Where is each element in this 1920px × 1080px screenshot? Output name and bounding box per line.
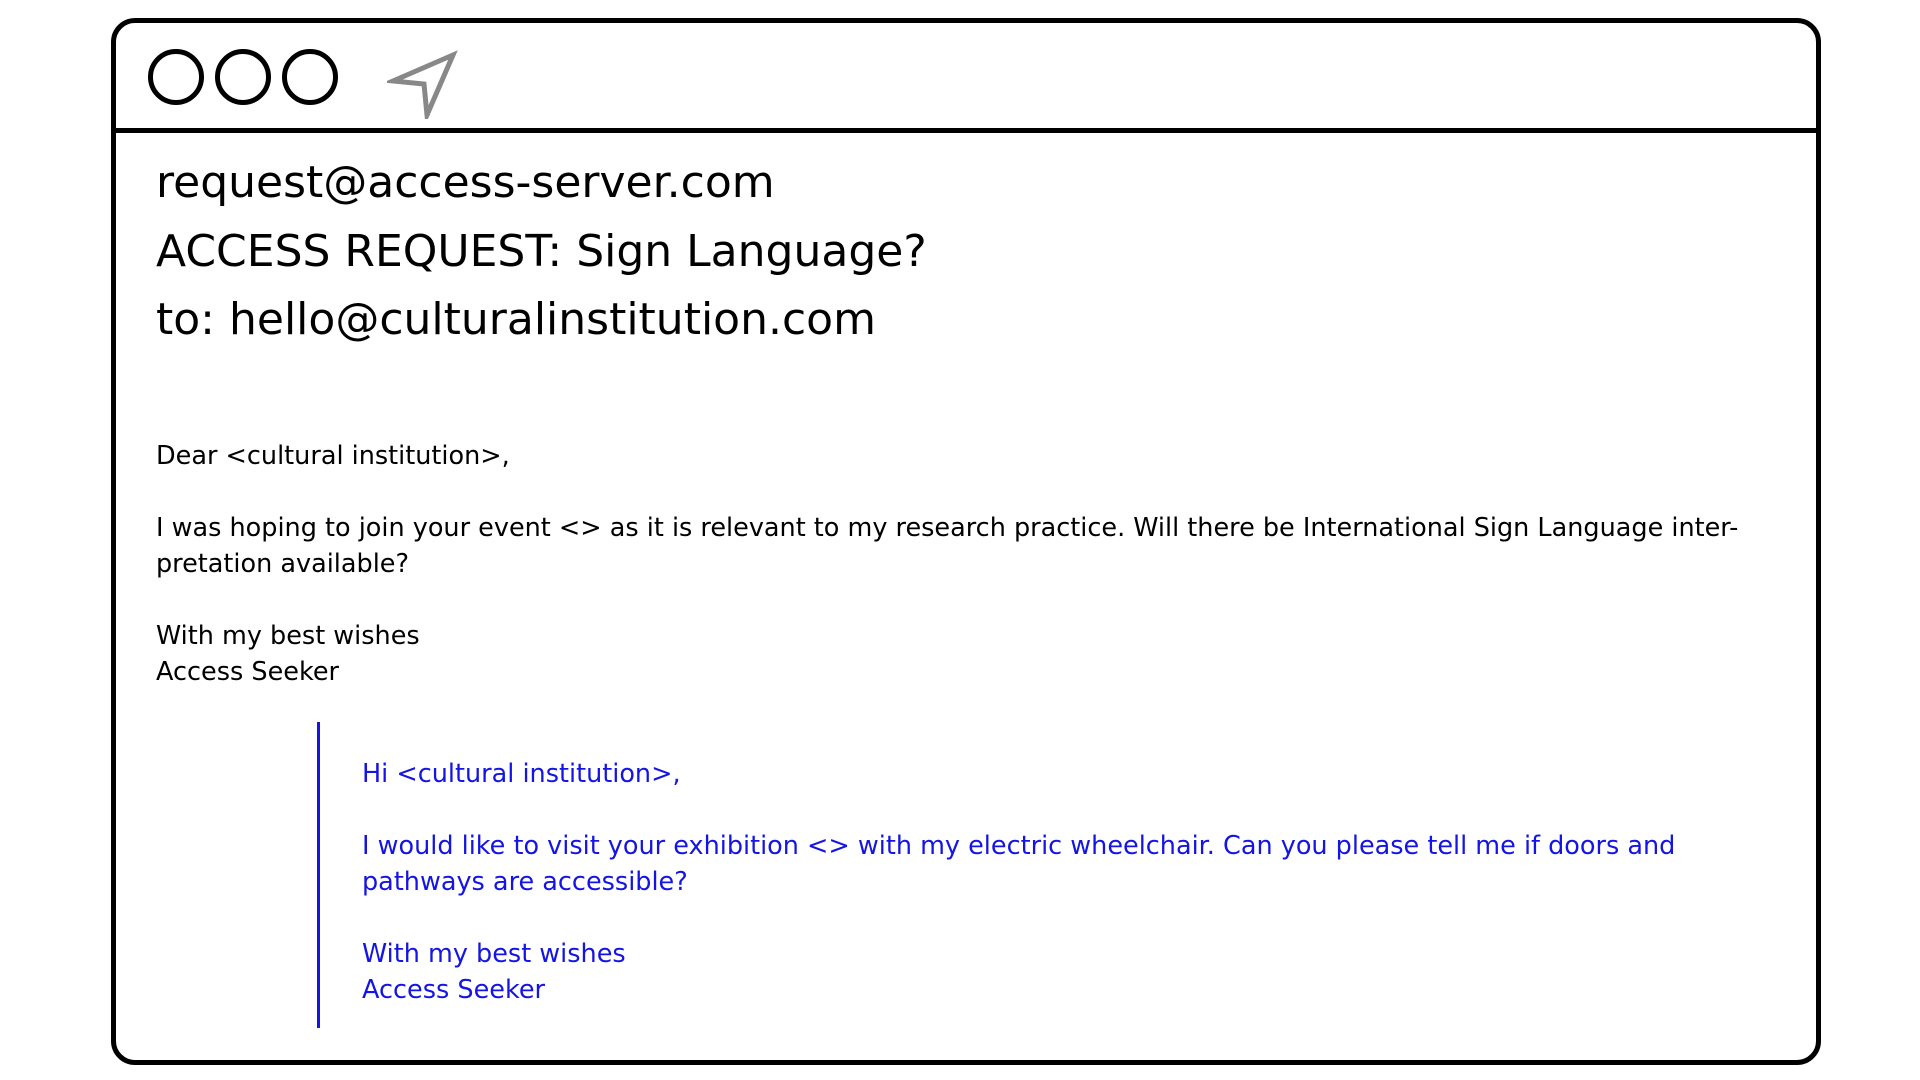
message-signoff: With my best wishes Access Seeker <box>156 618 1796 690</box>
send-arrow-icon <box>387 50 458 119</box>
quoted-greeting-text: Hi <cultural institution>, <box>362 759 681 789</box>
quoted-signoff-line-2: Access Seeker <box>362 975 545 1005</box>
from-address: request@access-server.com <box>156 157 775 208</box>
subject-line: ACCESS REQUEST: Sign Language? <box>156 226 927 277</box>
signoff-line-2: Access Seeker <box>156 657 339 687</box>
quoted-greeting: Hi <cultural institution>, <box>362 756 1782 792</box>
signoff-line-1: With my best wishes <box>156 621 420 651</box>
window-control-button-3[interactable] <box>282 49 338 105</box>
paragraph-line-2: pretation available? <box>156 549 410 579</box>
message-paragraph: I was hoping to join your event <> as it… <box>156 510 1796 582</box>
quote-bar <box>317 722 320 1028</box>
email-window: request@access-server.com ACCESS REQUEST… <box>111 18 1821 1065</box>
window-control-button-1[interactable] <box>148 49 204 105</box>
paragraph-line-1: I was hoping to join your event <> as it… <box>156 513 1739 543</box>
message-greeting: Dear <cultural institution>, <box>156 438 1796 474</box>
to-row: to: hello@culturalinstitution.com <box>156 294 876 346</box>
send-button[interactable] <box>387 47 459 119</box>
quoted-paragraph: I would like to visit your exhibition <>… <box>362 828 1782 900</box>
quoted-signoff-line-1: With my best wishes <box>362 939 626 969</box>
to-label: to: <box>156 294 215 345</box>
window-control-button-2[interactable] <box>215 49 271 105</box>
quoted-paragraph-line-2: pathways are accessible? <box>362 867 688 897</box>
quoted-paragraph-line-1: I would like to visit your exhibition <>… <box>362 831 1676 861</box>
to-address: hello@culturalinstitution.com <box>229 294 876 345</box>
window-toolbar <box>116 23 1816 133</box>
greeting-text: Dear <cultural institution>, <box>156 441 510 471</box>
quoted-signoff: With my best wishes Access Seeker <box>362 936 1782 1008</box>
